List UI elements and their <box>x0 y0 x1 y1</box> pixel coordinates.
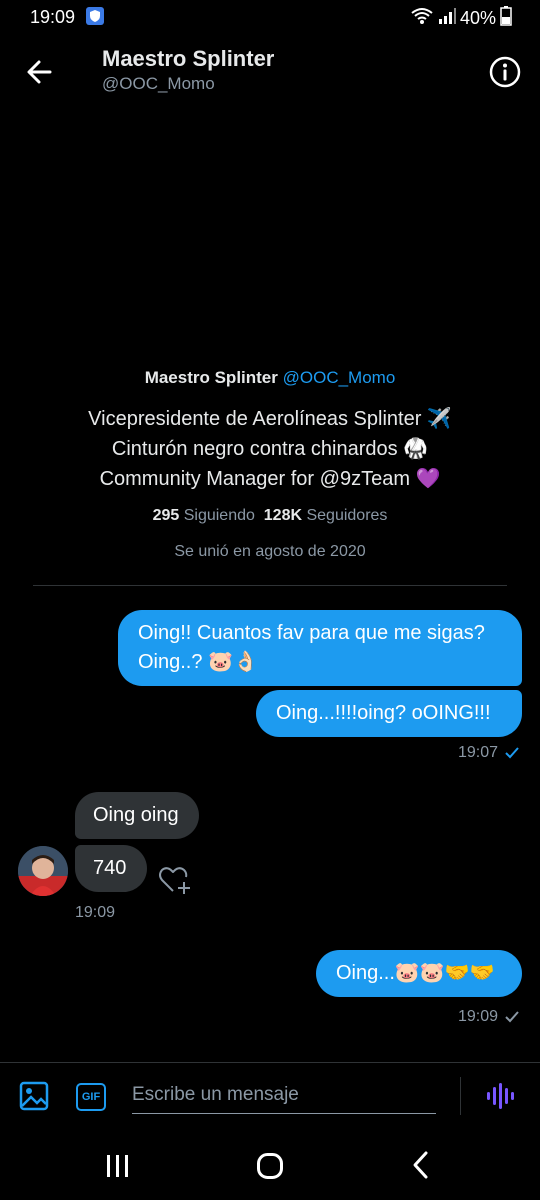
chevron-left-icon <box>413 1151 428 1179</box>
shield-icon <box>86 7 104 25</box>
message-bubble-outgoing[interactable]: Oing!! Cuantos fav para que me sigas? Oi… <box>118 610 522 686</box>
dm-conversation-screen: 19:09 40% Maestro Splinter @OOC_Momo Mae… <box>0 0 540 1200</box>
home-icon <box>257 1153 283 1179</box>
profile-bio: Vicepresidente de Aerolíneas Splinter ✈️… <box>0 404 540 494</box>
heart-plus-icon <box>159 867 190 894</box>
conversation-title: Maestro Splinter <box>102 46 275 71</box>
message-bubble-outgoing[interactable]: Oing...🐷🐷🤝🤝 <box>316 950 522 997</box>
divider <box>33 585 507 586</box>
avatar[interactable] <box>18 846 68 896</box>
recents-button[interactable] <box>104 1154 132 1178</box>
status-indicators: 40% <box>410 6 512 31</box>
bio-line: Community Manager for @9zTeam 💜 <box>99 468 441 490</box>
recents-icon <box>107 1155 128 1177</box>
timestamp-text: 19:09 <box>457 1008 498 1025</box>
timestamp-text: 19:07 <box>457 744 498 761</box>
message-timestamp: 19:07 <box>458 744 520 762</box>
conversation-handle: @OOC_Momo <box>102 74 215 93</box>
message-bubble-incoming[interactable]: Oing oing <box>75 792 199 839</box>
system-nav-bar <box>0 1132 540 1200</box>
message-input[interactable] <box>132 1077 436 1114</box>
bio-line: Vicepresidente de Aerolíneas Splinter ✈️ <box>88 408 452 430</box>
composer-separator <box>460 1077 461 1115</box>
message-bubble-incoming[interactable]: 740 <box>75 845 147 892</box>
status-bar: 19:09 40% <box>0 0 540 34</box>
followers-link[interactable]: 128K Seguidores <box>264 507 388 524</box>
following-link[interactable]: 295 Siguiendo <box>153 507 255 524</box>
following-count: 295 <box>152 507 180 524</box>
image-icon <box>19 1081 49 1111</box>
check-icon <box>505 1011 519 1023</box>
message-composer: GIF <box>0 1062 540 1133</box>
info-button[interactable] <box>488 55 522 89</box>
check-icon <box>505 747 519 759</box>
home-button[interactable] <box>256 1152 284 1180</box>
back-button[interactable] <box>22 56 58 88</box>
waveform-icon <box>487 1083 514 1109</box>
arrow-left-icon <box>27 60 52 84</box>
bio-line: Cinturón negro contra chinardos 🥋 <box>111 438 429 460</box>
followers-label: Seguidores <box>306 507 388 524</box>
profile-summary: Maestro Splinter @OOC_Momo Vicepresident… <box>0 364 540 566</box>
joined-date: Se unió en agosto de 2020 <box>174 543 366 560</box>
system-back-button[interactable] <box>410 1150 432 1180</box>
react-button[interactable] <box>158 864 192 896</box>
avatar-image <box>18 846 68 896</box>
profile-name[interactable]: Maestro Splinter <box>145 368 278 387</box>
profile-handle[interactable]: @OOC_Momo <box>283 368 396 387</box>
gif-button[interactable]: GIF <box>76 1083 106 1111</box>
battery-icon <box>500 6 512 31</box>
message-bubble-outgoing[interactable]: Oing...!!!!oing? oOING!!! <box>256 690 522 737</box>
profile-nameline: Maestro Splinter @OOC_Momo <box>0 364 540 392</box>
add-image-button[interactable] <box>18 1080 50 1112</box>
battery-percent: 40% <box>459 8 496 28</box>
wifi-icon <box>410 7 434 30</box>
conversation-header: Maestro Splinter @OOC_Momo <box>0 34 540 110</box>
following-label: Siguiendo <box>183 507 255 524</box>
status-time: 19:09 <box>30 7 76 27</box>
followers-count: 128K <box>263 507 303 524</box>
info-icon <box>489 56 521 88</box>
message-timestamp: 19:09 <box>75 904 116 921</box>
profile-stats: 295 Siguiendo 128K Seguidores <box>0 502 540 530</box>
message-timestamp: 19:09 <box>458 1008 520 1026</box>
voice-message-button[interactable] <box>485 1081 515 1111</box>
signal-icon <box>438 7 456 30</box>
